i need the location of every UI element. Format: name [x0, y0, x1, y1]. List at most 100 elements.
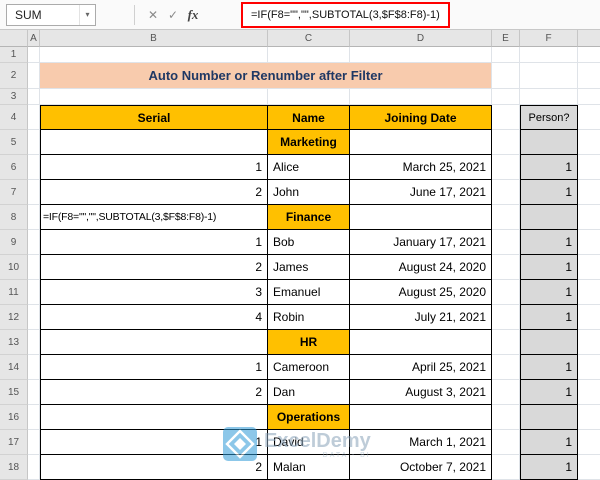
cell-B7[interactable]: 2 — [40, 180, 268, 205]
cell-A9[interactable] — [28, 230, 40, 255]
cell-A18[interactable] — [28, 455, 40, 480]
cell-F18[interactable]: 1 — [520, 455, 578, 480]
cell-A16[interactable] — [28, 405, 40, 430]
column-header-E[interactable]: E — [492, 30, 520, 47]
cell-E16[interactable] — [492, 405, 520, 430]
cell-C8[interactable]: Finance — [268, 205, 350, 230]
cell-C15[interactable]: Dan — [268, 380, 350, 405]
cell-A12[interactable] — [28, 305, 40, 330]
row-header-3[interactable]: 3 — [0, 89, 28, 105]
cell-A1[interactable] — [28, 47, 40, 63]
cell-F8[interactable] — [520, 205, 578, 230]
cell-E5[interactable] — [492, 130, 520, 155]
cell-C16[interactable]: Operations — [268, 405, 350, 430]
row-header-1[interactable]: 1 — [0, 47, 28, 63]
cell-D18[interactable]: October 7, 2021 — [350, 455, 492, 480]
cell-A17[interactable] — [28, 430, 40, 455]
name-box-dropdown-icon[interactable]: ▾ — [79, 4, 95, 25]
cell-C10[interactable]: James — [268, 255, 350, 280]
cell-B9[interactable]: 1 — [40, 230, 268, 255]
row-header-11[interactable]: 11 — [0, 280, 28, 305]
cell-B3[interactable] — [40, 89, 268, 105]
cell-D16[interactable] — [350, 405, 492, 430]
cell-E15[interactable] — [492, 380, 520, 405]
cell-D14[interactable]: April 25, 2021 — [350, 355, 492, 380]
cell-C17[interactable]: David — [268, 430, 350, 455]
cell-E1[interactable] — [492, 47, 520, 63]
cell-F3[interactable] — [520, 89, 578, 105]
cell-F5[interactable] — [520, 130, 578, 155]
cell-D9[interactable]: January 17, 2021 — [350, 230, 492, 255]
row-header-4[interactable]: 4 — [0, 105, 28, 130]
cell-E6[interactable] — [492, 155, 520, 180]
row-header-16[interactable]: 16 — [0, 405, 28, 430]
cell-B1[interactable] — [40, 47, 268, 63]
cell-B5[interactable] — [40, 130, 268, 155]
cell-E9[interactable] — [492, 230, 520, 255]
cell-C11[interactable]: Emanuel — [268, 280, 350, 305]
cell-F7[interactable]: 1 — [520, 180, 578, 205]
cell-B17[interactable]: 1 — [40, 430, 268, 455]
cell-F10[interactable]: 1 — [520, 255, 578, 280]
cell-F15[interactable]: 1 — [520, 380, 578, 405]
cell-E17[interactable] — [492, 430, 520, 455]
cell-A4[interactable] — [28, 105, 40, 130]
cell-F4[interactable]: Person? — [520, 105, 578, 130]
cell-A14[interactable] — [28, 355, 40, 380]
cell-E10[interactable] — [492, 255, 520, 280]
cell-F1[interactable] — [520, 47, 578, 63]
cell-F13[interactable] — [520, 330, 578, 355]
cell-A8[interactable] — [28, 205, 40, 230]
row-header-9[interactable]: 9 — [0, 230, 28, 255]
cell-E8[interactable] — [492, 205, 520, 230]
column-header-F[interactable]: F — [520, 30, 578, 47]
cell-C14[interactable]: Cameroon — [268, 355, 350, 380]
cell-B10[interactable]: 2 — [40, 255, 268, 280]
column-header-A[interactable]: A — [28, 30, 40, 47]
cell-B14[interactable]: 1 — [40, 355, 268, 380]
column-header-D[interactable]: D — [350, 30, 492, 47]
cell-A5[interactable] — [28, 130, 40, 155]
row-header-12[interactable]: 12 — [0, 305, 28, 330]
row-header-15[interactable]: 15 — [0, 380, 28, 405]
cell-D11[interactable]: August 25, 2020 — [350, 280, 492, 305]
cell-F6[interactable]: 1 — [520, 155, 578, 180]
row-header-13[interactable]: 13 — [0, 330, 28, 355]
cell-E11[interactable] — [492, 280, 520, 305]
cell-F2[interactable] — [520, 63, 578, 89]
cell-E2[interactable] — [492, 63, 520, 89]
cancel-icon[interactable]: ✕ — [143, 4, 163, 26]
cell-A6[interactable] — [28, 155, 40, 180]
cell-B11[interactable]: 3 — [40, 280, 268, 305]
cell-B16[interactable] — [40, 405, 268, 430]
select-all-corner[interactable] — [0, 30, 28, 47]
cell-C9[interactable]: Bob — [268, 230, 350, 255]
cell-C1[interactable] — [268, 47, 350, 63]
cell-E7[interactable] — [492, 180, 520, 205]
cell-A11[interactable] — [28, 280, 40, 305]
cell-D3[interactable] — [350, 89, 492, 105]
row-header-10[interactable]: 10 — [0, 255, 28, 280]
row-header-17[interactable]: 17 — [0, 430, 28, 455]
row-header-14[interactable]: 14 — [0, 355, 28, 380]
cell-B2[interactable]: Auto Number or Renumber after Filter — [40, 63, 492, 89]
cell-C4[interactable]: Name — [268, 105, 350, 130]
cell-A13[interactable] — [28, 330, 40, 355]
cell-E13[interactable] — [492, 330, 520, 355]
cell-A2[interactable] — [28, 63, 40, 89]
cell-D12[interactable]: July 21, 2021 — [350, 305, 492, 330]
enter-icon[interactable]: ✓ — [163, 4, 183, 26]
cell-F12[interactable]: 1 — [520, 305, 578, 330]
cell-F9[interactable]: 1 — [520, 230, 578, 255]
column-header-B[interactable]: B — [40, 30, 268, 47]
cell-F11[interactable]: 1 — [520, 280, 578, 305]
name-box[interactable]: SUM ▾ — [6, 3, 96, 26]
cell-F16[interactable] — [520, 405, 578, 430]
cell-E14[interactable] — [492, 355, 520, 380]
cell-A10[interactable] — [28, 255, 40, 280]
cell-E4[interactable] — [492, 105, 520, 130]
row-header-2[interactable]: 2 — [0, 63, 28, 89]
cell-C13[interactable]: HR — [268, 330, 350, 355]
cell-D7[interactable]: June 17, 2021 — [350, 180, 492, 205]
row-header-8[interactable]: 8 — [0, 205, 28, 230]
